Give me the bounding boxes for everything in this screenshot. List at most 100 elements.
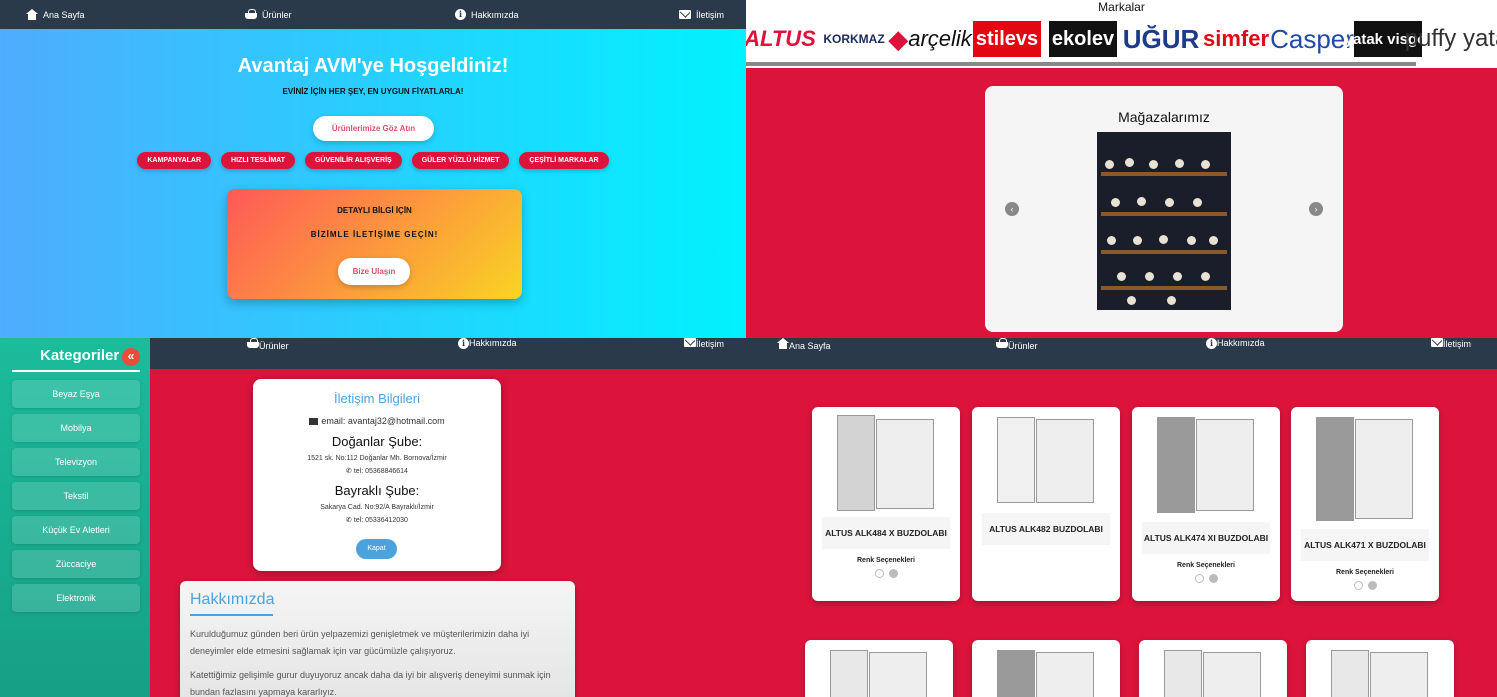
fridge-image (1316, 417, 1354, 521)
browse-products-button[interactable]: Ürünlerimize Göz Atın (313, 116, 434, 141)
color-swatch-white[interactable] (1353, 581, 1363, 590)
branch2-name: Bayraklı Şube: (334, 483, 420, 498)
brands-title: Markalar (1098, 0, 1145, 14)
product-card[interactable] (805, 640, 953, 697)
categories-title: Kategoriler (40, 347, 120, 364)
fridge-image (1164, 650, 1202, 697)
category-beyaz-esya[interactable]: Beyaz Eşya (12, 380, 140, 408)
nav-about-label: Hakkımızda (471, 9, 519, 20)
product-name: ALTUS ALK482 BUZDOLABI (982, 513, 1110, 545)
product-card[interactable]: ALTUS ALK482 BUZDOLABI (972, 407, 1120, 601)
dish (1133, 236, 1142, 245)
product-card[interactable] (972, 640, 1120, 697)
modal-title: İletişim Bilgileri (334, 391, 420, 406)
stilevs-logo[interactable]: stilevs (973, 21, 1041, 57)
brand-logos: ALTUS KORKMAZ ◆ arçelik stilevs ekolev UĞ… (746, 19, 1497, 59)
puffy-logo[interactable]: puffy yatak (1405, 21, 1497, 57)
nav-contact-link[interactable]: İletişim (679, 0, 724, 29)
color-swatch-grey[interactable] (888, 569, 898, 578)
badge-brands[interactable]: ÇEŞİTLİ MARKALAR (519, 152, 609, 169)
color-swatches (1291, 581, 1439, 590)
dish (1111, 198, 1120, 207)
dish (1175, 159, 1184, 168)
nav-home-label: Ana Sayfa (43, 9, 85, 20)
product-name: ALTUS ALK484 X BUZDOLABI (822, 517, 950, 549)
ekolev-logo[interactable]: ekolev (1049, 21, 1117, 57)
nav-products-link[interactable]: Ürünler (245, 0, 292, 29)
product-card[interactable]: ALTUS ALK474 XI BUZDOLABI Renk Seçenekle… (1132, 407, 1280, 601)
nav-contact-label: İletişim (696, 339, 725, 349)
category-tekstil[interactable]: Tekstil (12, 482, 140, 510)
casper-logo[interactable]: Casper (1270, 21, 1354, 57)
product-card[interactable] (1139, 640, 1287, 697)
branch1-address: 1521 sk. No:112 Doğanlar Mh. Bornova/İzm… (307, 455, 447, 462)
fridge-open-image (1370, 652, 1428, 697)
categories-about-panel: Ürünler i Hakkımızda İletişim Kategoriler… (0, 338, 752, 697)
dish (1193, 198, 1202, 207)
product-name: ALTUS ALK471 X BUZDOLABI (1301, 529, 1429, 561)
basket-icon (996, 338, 1008, 349)
product-card[interactable]: ALTUS ALK484 X BUZDOLABI Renk Seçenekler… (812, 407, 960, 601)
badge-secure-shopping[interactable]: GÜVENİLİR ALIŞVERİŞ (304, 152, 402, 169)
about-paragraph-1: Kurulduğumuz günden beri ürün yelpazemiz… (190, 629, 530, 656)
nav-contact-label: İletişim (696, 9, 725, 20)
product-card[interactable] (1306, 640, 1454, 697)
nav-contact-link[interactable]: İletişim (1431, 338, 1497, 369)
dish (1149, 160, 1158, 169)
shelf (1101, 212, 1227, 216)
color-swatch-grey[interactable] (1208, 574, 1218, 583)
brands-strip: Markalar ALTUS KORKMAZ ◆ arçelik stilevs … (746, 0, 1497, 68)
dish (1127, 296, 1136, 305)
brands-stores-panel: Markalar ALTUS KORKMAZ ◆ arçelik stilevs … (746, 0, 1497, 338)
korkmaz-logo[interactable]: KORKMAZ (820, 21, 888, 57)
modal-email: email: avantaj32@hotmail.com (253, 416, 501, 426)
arcelik-mark-icon: ◆ (888, 23, 909, 54)
ugur-logo[interactable]: UĞUR (1123, 21, 1200, 57)
fridge-image (837, 415, 875, 511)
nav-about-link[interactable]: i Hakkımızda (455, 0, 519, 29)
nav-home-link[interactable]: Ana Sayfa (26, 0, 85, 29)
brands-scrollbar[interactable] (746, 62, 1416, 66)
modal-close-button[interactable]: Kapat (356, 539, 397, 559)
dish (1117, 272, 1126, 281)
nav-contact-link[interactable]: İletişim (684, 338, 752, 369)
mail-icon (1431, 338, 1443, 347)
simfer-logo[interactable]: simfer (1203, 21, 1269, 57)
dish (1107, 236, 1116, 245)
badge-friendly-service[interactable]: GÜLER YÜZLÜ HİZMET (411, 152, 510, 169)
fridge-image (1331, 650, 1369, 697)
collapse-sidebar-button[interactable]: « (122, 348, 140, 366)
altus-logo[interactable]: ALTUS (746, 21, 816, 57)
fridge-image (830, 650, 868, 697)
nav-about-label: Hakkımızda (469, 338, 517, 348)
category-zuccaciye[interactable]: Züccaciye (12, 550, 140, 578)
dish (1105, 160, 1114, 169)
dish (1201, 272, 1210, 281)
branch2-address: Sakarya Cad. No:92/A Bayraklı/İzmir (320, 504, 434, 511)
dish (1201, 160, 1210, 169)
category-elektronik[interactable]: Elektronik (12, 584, 140, 612)
badge-campaigns[interactable]: KAMPANYALAR (137, 152, 212, 169)
store-photo (1097, 132, 1231, 310)
color-swatch-white[interactable] (1194, 574, 1204, 583)
category-mobilya[interactable]: Mobilya (12, 414, 140, 442)
dish (1159, 235, 1168, 244)
carousel-prev-button[interactable]: ‹ (1005, 202, 1019, 216)
arcelik-logo[interactable]: ◆ arçelik (888, 21, 972, 57)
branch2-phone: ✆ tel: 05336412030 (253, 516, 501, 524)
top-navbar: Ana Sayfa Ürünler i Hakkımızda İletişim (752, 338, 1497, 369)
carousel-next-button[interactable]: › (1309, 202, 1323, 216)
category-televizyon[interactable]: Televizyon (12, 448, 140, 476)
category-kucuk-ev-aletleri[interactable]: Küçük Ev Aletleri (12, 516, 140, 544)
mail-icon (679, 10, 691, 19)
color-swatch-white[interactable] (874, 569, 884, 578)
badge-fast-delivery[interactable]: HIZLI TESLİMAT (221, 152, 295, 169)
color-swatch-grey[interactable] (1367, 581, 1377, 590)
product-card[interactable]: ALTUS ALK471 X BUZDOLABI Renk Seçenekler… (1291, 407, 1439, 601)
envelope-icon (309, 418, 319, 426)
nav-contact-label: İletişim (1443, 339, 1472, 349)
fridge-image (997, 650, 1035, 697)
about-underline (190, 614, 273, 616)
contact-us-button[interactable]: Bize Ulaşın (338, 258, 410, 285)
color-options-label: Renk Seçenekleri (1177, 562, 1235, 569)
